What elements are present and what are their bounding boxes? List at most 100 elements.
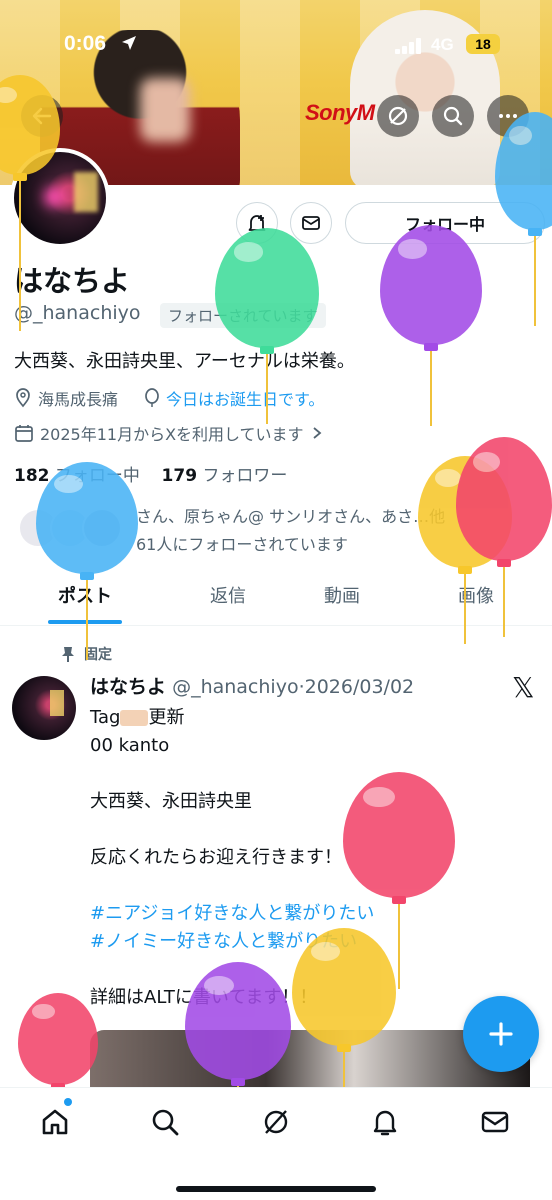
- avatar-light: [74, 172, 98, 212]
- balloon-shine: [204, 976, 234, 996]
- grok-button[interactable]: [377, 95, 419, 137]
- tab-label: 動画: [324, 586, 360, 607]
- avatar-light: [50, 690, 64, 716]
- slashed-circle-icon: [388, 106, 408, 126]
- balloon-knot: [13, 173, 27, 181]
- nav-home[interactable]: [35, 1102, 75, 1142]
- search-icon: [443, 106, 463, 126]
- balloon-body: [292, 928, 396, 1046]
- nav-notifications[interactable]: [365, 1102, 405, 1142]
- balloon-body: [456, 437, 552, 561]
- bottom-nav: [0, 1087, 552, 1200]
- balloon-decoration: [36, 462, 138, 664]
- balloon-knot: [337, 1044, 351, 1052]
- plus-icon: [489, 1022, 513, 1046]
- nav-messages[interactable]: [475, 1102, 515, 1142]
- compose-button[interactable]: [463, 996, 539, 1072]
- balloon-knot: [231, 1078, 245, 1086]
- pin-icon: [16, 388, 30, 408]
- balloon-decoration: [380, 225, 482, 430]
- profile-location: 海馬成長痛: [38, 390, 119, 409]
- post-line-text: Tag: [90, 707, 121, 728]
- post-author-name[interactable]: はなちよ: [90, 676, 166, 698]
- balloon-shine: [32, 1004, 55, 1019]
- balloon-decoration: [0, 75, 60, 335]
- search-icon: [152, 1109, 179, 1136]
- balloon-body: [495, 112, 552, 230]
- balloon-decoration: [215, 228, 319, 428]
- balloon-string: [534, 236, 536, 326]
- nav-grok[interactable]: [256, 1102, 296, 1142]
- status-time: 0:06: [64, 32, 107, 55]
- balloon-body: [185, 962, 291, 1080]
- balloon-shine: [233, 242, 263, 262]
- post-blank: [90, 760, 374, 788]
- banner-logo-text: SonyM: [305, 100, 375, 125]
- balloon-body: [380, 225, 482, 345]
- balloon-string: [19, 181, 21, 331]
- balloon-string: [503, 567, 505, 637]
- tab-label: 返信: [210, 586, 246, 607]
- signal-icon: [395, 38, 423, 54]
- balloon-body: [0, 75, 60, 175]
- post-date[interactable]: 2026/03/02: [305, 676, 415, 698]
- balloon-string: [86, 580, 88, 660]
- post-author-handle[interactable]: @_hanachiyo: [172, 676, 299, 698]
- followers-count: 179: [161, 466, 198, 486]
- balloon-shine: [473, 451, 501, 472]
- post-line: 大西葵、永田詩央里: [90, 791, 252, 812]
- location-arrow-icon: [120, 34, 138, 57]
- balloon-knot: [80, 572, 94, 580]
- balloon-shine: [363, 787, 395, 808]
- balloon-string: [398, 904, 400, 989]
- post-avatar[interactable]: [12, 676, 76, 740]
- home-notification-dot: [64, 1098, 72, 1106]
- balloon-decoration: [18, 993, 98, 1095]
- post-header: はなちよ @_hanachiyo·2026/03/02: [90, 676, 415, 698]
- followers-label: フォロワー: [202, 466, 288, 486]
- balloon-knot: [424, 343, 438, 351]
- balloon-knot: [497, 559, 511, 567]
- balloon-icon: [145, 388, 159, 407]
- post-line-text: 更新: [148, 707, 185, 728]
- balloon-body: [18, 993, 98, 1085]
- balloon-decoration: [456, 437, 552, 641]
- hashtag-link[interactable]: #ニアジョイ好きな人と繋がりたい: [90, 900, 374, 928]
- status-bar: 0:06 4G 18: [0, 32, 552, 60]
- home-icon: [42, 1109, 68, 1135]
- balloon-shine: [310, 942, 340, 962]
- tab-videos[interactable]: 動画: [312, 578, 372, 626]
- followers-link[interactable]: 179 フォロワー: [162, 466, 288, 486]
- balloon-body: [215, 228, 319, 348]
- banner-blurred-face: [140, 78, 190, 142]
- post-line: 00 kanto: [90, 735, 170, 756]
- post-blank: [90, 872, 374, 900]
- post-line: Tag 更新: [90, 704, 374, 732]
- post-blank: [90, 816, 374, 844]
- post-line: 反応くれたらお迎え行きます！: [90, 847, 342, 868]
- balloon-shine: [0, 87, 17, 103]
- network-type: 4G: [431, 35, 454, 54]
- balloon-knot: [392, 896, 406, 904]
- mail-icon: [481, 1111, 509, 1133]
- redacted-chip: [120, 710, 149, 726]
- x-logo-icon: 𝕏: [512, 671, 535, 704]
- balloon-shine: [509, 126, 532, 146]
- balloon-knot: [260, 346, 274, 354]
- home-indicator: [176, 1186, 376, 1192]
- battery-indicator: 18: [466, 34, 500, 54]
- calendar-icon: [15, 425, 33, 442]
- balloon-shine: [398, 239, 427, 259]
- balloon-shine: [54, 475, 83, 494]
- balloon-string: [266, 354, 268, 424]
- balloon-string: [430, 351, 432, 426]
- bell-icon: [373, 1110, 397, 1136]
- balloon-body: [36, 462, 138, 574]
- nav-search[interactable]: [145, 1102, 185, 1142]
- tab-replies[interactable]: 返信: [198, 578, 258, 626]
- balloon-body: [343, 772, 455, 898]
- balloon-knot: [528, 228, 542, 236]
- balloon-decoration: [495, 112, 552, 330]
- grok-icon: [264, 1110, 288, 1134]
- search-button[interactable]: [432, 95, 474, 137]
